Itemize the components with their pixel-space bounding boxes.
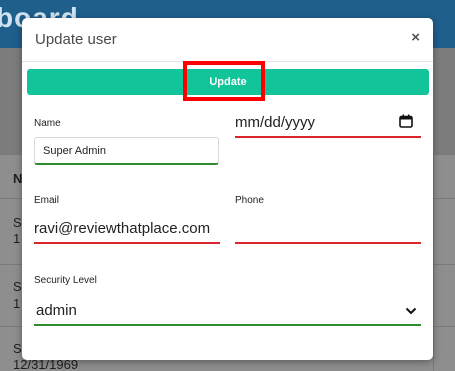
security-level-underline	[34, 324, 421, 326]
chevron-down-icon	[405, 307, 417, 315]
update-user-modal: Update user × Update Name Super Admin mm…	[22, 18, 433, 360]
phone-input[interactable]	[235, 220, 421, 238]
security-level-label: Security Level	[34, 275, 97, 286]
highlight-annotation	[183, 61, 265, 101]
email-underline	[34, 242, 220, 244]
phone-label: Phone	[235, 195, 264, 206]
table-cell: S	[13, 215, 22, 230]
table-cell: S	[13, 341, 22, 356]
date-underline	[235, 136, 421, 138]
table-cell: 1	[13, 231, 21, 246]
table-cell: 1	[13, 296, 21, 311]
table-divider	[433, 154, 434, 371]
name-input[interactable]: Super Admin	[34, 137, 219, 165]
calendar-icon[interactable]	[399, 114, 413, 128]
phone-underline	[235, 242, 421, 244]
email-label: Email	[34, 195, 60, 206]
modal-header: Update user ×	[22, 18, 433, 62]
table-cell: S	[13, 279, 22, 294]
date-input[interactable]: mm/dd/yyyy	[235, 114, 315, 131]
name-label: Name	[34, 118, 61, 129]
email-input[interactable]: ravi@reviewthatplace.com	[34, 220, 210, 237]
table-header-cell: N	[13, 171, 23, 186]
modal-title: Update user	[35, 31, 117, 48]
security-level-value: admin	[36, 302, 77, 319]
close-icon[interactable]: ×	[411, 29, 420, 46]
